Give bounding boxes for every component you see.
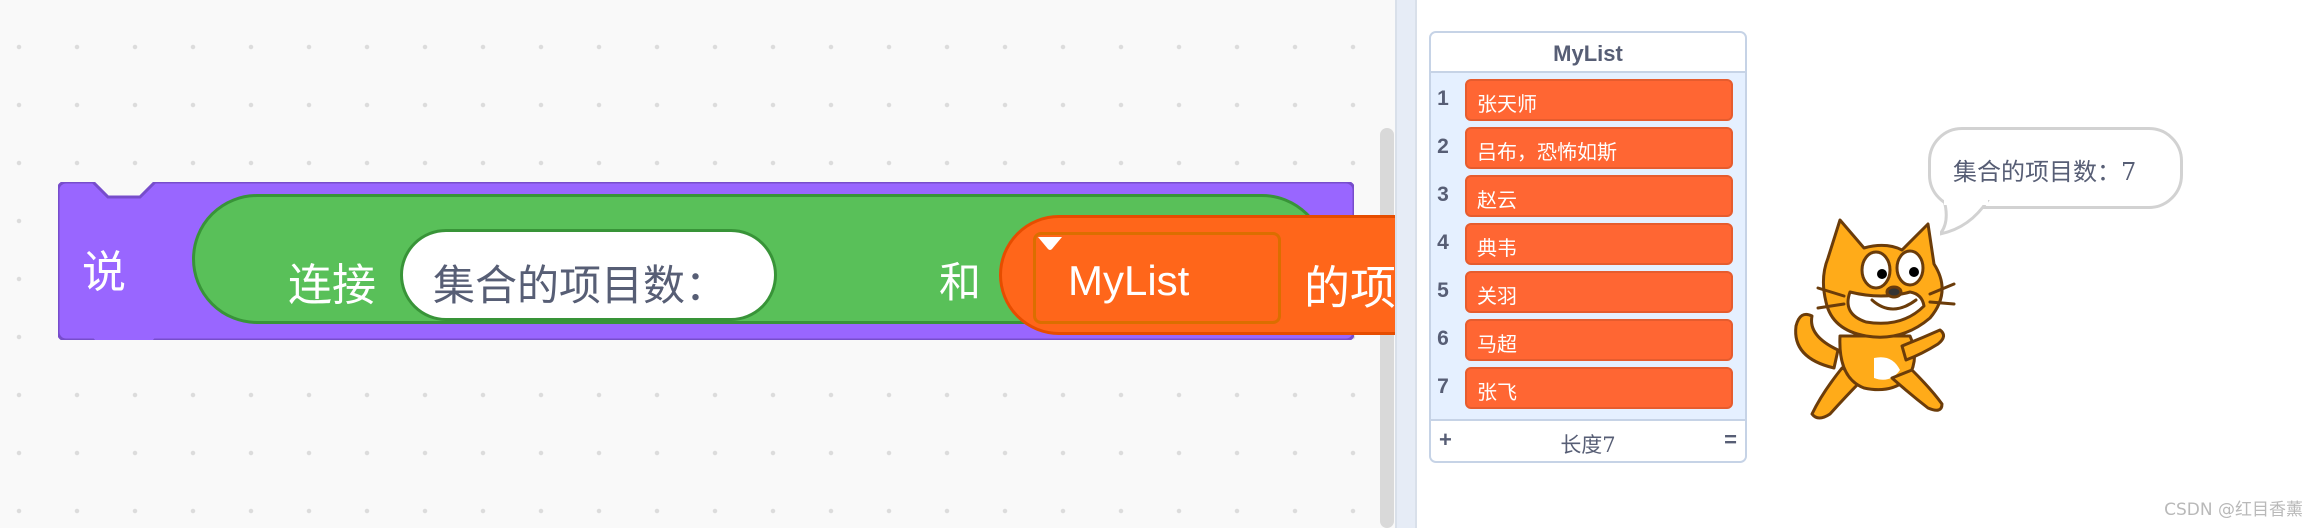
list-monitor-title: MyList (1431, 33, 1745, 73)
list-item-index: 5 (1437, 279, 1449, 302)
list-item-index: 1 (1437, 87, 1449, 110)
list-item-value[interactable]: 典韦 (1465, 223, 1733, 265)
list-monitor-footer: + 长度7 = (1431, 419, 1745, 461)
list-item[interactable]: 4 典韦 (1431, 221, 1745, 269)
list-item-index: 3 (1437, 183, 1449, 206)
join-block[interactable]: 连接 集合的项目数： 和 MyList 的项目数 (192, 194, 1523, 335)
list-item[interactable]: 1 张天师 (1431, 77, 1745, 125)
list-item-index: 7 (1437, 375, 1449, 398)
say-label: 说 (82, 247, 126, 298)
scratch-cat-sprite[interactable] (1782, 218, 1982, 433)
list-item-value[interactable]: 马超 (1465, 319, 1733, 361)
list-item-value[interactable]: 张天师 (1465, 79, 1733, 121)
resize-handle[interactable]: = (1724, 427, 1737, 453)
and-label: 和 (939, 258, 982, 307)
list-dropdown-label: MyList (1068, 257, 1190, 304)
list-dropdown[interactable]: MyList (1033, 232, 1281, 324)
list-item[interactable]: 3 赵云 (1431, 173, 1745, 221)
list-item[interactable]: 6 马超 (1431, 317, 1745, 365)
speech-bubble: 集合的项目数：7 (1928, 127, 2183, 209)
join-text-input[interactable]: 集合的项目数： (400, 229, 777, 321)
list-item-value[interactable]: 吕布，恐怖如斯 (1465, 127, 1733, 169)
list-item-value[interactable]: 张飞 (1465, 367, 1733, 409)
watermark: CSDN @红目香薰 (2164, 500, 2303, 520)
list-item-value[interactable]: 赵云 (1465, 175, 1733, 217)
say-block[interactable]: 说 连接 集合的项目数： 和 MyList 的项目数 (58, 182, 1523, 340)
stage[interactable]: MyList 1 张天师 2 吕布，恐怖如斯 3 赵云 4 典韦 5 关羽 6 … (1417, 0, 2313, 528)
list-length-readout: 长度7 (1560, 433, 1616, 457)
script-area[interactable]: 说 连接 集合的项目数： 和 MyList 的项目数 (0, 0, 1523, 528)
list-monitor[interactable]: MyList 1 张天师 2 吕布，恐怖如斯 3 赵云 4 典韦 5 关羽 6 … (1429, 31, 1747, 463)
chevron-down-icon (1038, 237, 1062, 250)
list-item[interactable]: 2 吕布，恐怖如斯 (1431, 125, 1745, 173)
list-item[interactable]: 5 关羽 (1431, 269, 1745, 317)
list-item-index: 4 (1437, 231, 1449, 254)
join-label: 连接 (288, 260, 376, 311)
list-item-index: 2 (1437, 135, 1449, 158)
pane-divider[interactable] (1395, 0, 1417, 528)
list-item-index: 6 (1437, 327, 1449, 350)
list-item[interactable]: 7 张飞 (1431, 365, 1745, 413)
list-item-value[interactable]: 关羽 (1465, 271, 1733, 313)
